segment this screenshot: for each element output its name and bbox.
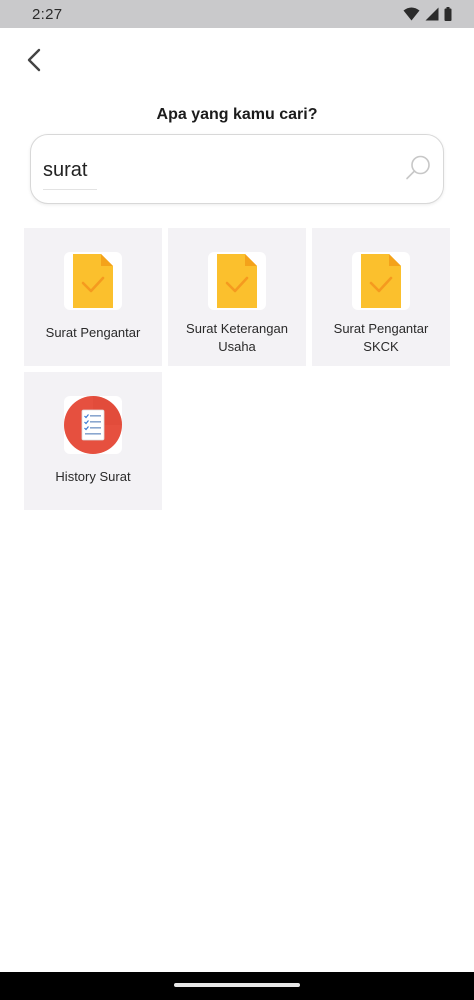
result-card-surat-pengantar[interactable]: Surat Pengantar	[24, 228, 162, 366]
status-bar: 2:27	[0, 0, 474, 28]
result-card-label: Surat Keterangan Usaha	[186, 321, 288, 354]
page-title: Apa yang kamu cari?	[156, 106, 318, 123]
battery-icon	[444, 7, 452, 21]
navigation-bar	[0, 972, 474, 1000]
history-document-icon	[64, 396, 122, 454]
result-card-history-surat[interactable]: History Surat	[24, 372, 162, 510]
result-card-surat-pengantar-skck[interactable]: Surat Pengantar SKCK	[312, 228, 450, 366]
document-check-icon	[352, 252, 410, 310]
document-check-icon	[64, 252, 122, 310]
result-card-label: History Surat	[55, 469, 131, 484]
home-handle[interactable]	[174, 983, 300, 987]
back-button[interactable]	[18, 44, 50, 76]
status-icons	[403, 7, 452, 21]
status-time: 2:27	[32, 5, 63, 23]
search-underline	[43, 189, 97, 190]
search-input[interactable]	[43, 153, 383, 187]
result-card-label: Surat Pengantar	[45, 325, 141, 340]
wifi-icon	[403, 7, 420, 21]
result-card-surat-keterangan-usaha[interactable]: Surat Keterangan Usaha	[168, 228, 306, 366]
search-icon[interactable]	[402, 152, 434, 184]
search-box[interactable]	[30, 134, 444, 204]
result-card-label: Surat Pengantar SKCK	[333, 321, 429, 354]
back-arrow-icon	[27, 48, 41, 72]
document-check-icon	[208, 252, 266, 310]
signal-icon	[425, 7, 439, 21]
